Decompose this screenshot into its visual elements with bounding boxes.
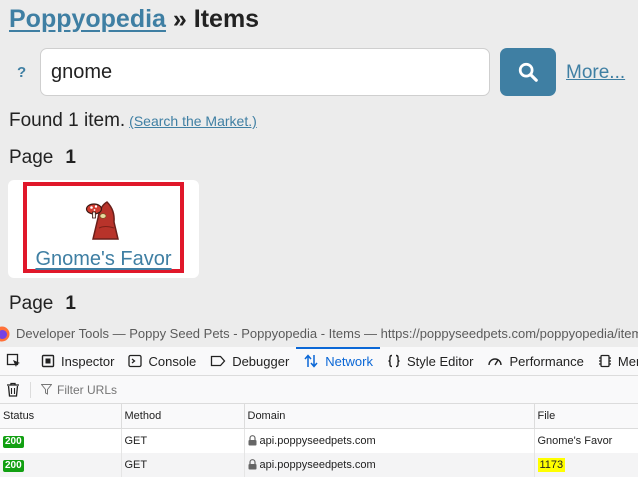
column-header-method[interactable]: Method [121,404,245,429]
brand-link[interactable]: Poppyopedia [9,5,166,33]
network-request-table: Status Method Domain File 200 GET api.po… [0,404,638,477]
results-count-text: Found 1 item. [9,110,126,131]
status-badge: 200 [3,459,24,472]
tab-label: Performance [509,353,584,369]
pagination-bottom: Page 1 [9,293,76,315]
page-number[interactable]: 1 [65,293,76,314]
lock-icon [248,435,256,446]
file-cell: 1173 [534,453,638,477]
tab-inspector[interactable]: Inspector [34,347,121,375]
element-picker-icon [6,353,20,367]
pagination-top: Page 1 [9,147,76,169]
toolbar-divider [30,381,31,398]
console-icon [128,354,143,368]
memory-icon [598,354,611,368]
table-header-row: Status Method Domain File [0,404,638,429]
breadcrumb-separator: » [172,5,187,33]
domain-text: api.poppyseedpets.com [259,435,376,447]
domain-cell: api.poppyseedpets.com [244,428,535,453]
search-button[interactable] [500,48,556,96]
filter-urls-input[interactable] [57,382,357,397]
trash-icon[interactable] [6,382,20,397]
item-selection-highlight: Gnome's Favor [23,182,184,273]
page-label: Page [9,293,54,314]
domain-text: api.poppyseedpets.com [259,459,376,471]
style-editor-icon [388,354,400,368]
page-label: Page [9,147,54,168]
network-filter-bar [0,376,638,404]
domain-cell: api.poppyseedpets.com [244,453,535,477]
devtools-tab-bar: Inspector Console Debugger Network Style… [0,347,638,376]
page-number[interactable]: 1 [65,147,76,168]
lock-icon [248,459,256,470]
highlighted-file-name: 1173 [537,458,566,472]
devtools-panel: Developer Tools — Poppy Seed Pets - Popp… [0,320,638,477]
search-icon [518,62,538,82]
table-row[interactable]: 200 GET api.poppyseedpets.com 1173 [0,453,638,477]
tab-performance[interactable]: Performance [480,347,590,375]
method-cell: GET [121,453,245,477]
tab-console[interactable]: Console [121,347,203,375]
method-cell: GET [121,428,245,453]
column-header-status[interactable]: Status [0,404,122,429]
more-options-link[interactable]: More... [566,62,625,84]
tab-label: Inspector [61,353,115,369]
devtools-window-title: Developer Tools — Poppy Seed Pets - Popp… [16,326,638,341]
table-row[interactable]: 200 GET api.poppyseedpets.com Gnome's Fa… [0,428,638,453]
file-cell: Gnome's Favor [534,428,638,453]
network-icon [304,354,318,368]
tab-label: Memo [617,353,638,369]
item-name-link[interactable]: Gnome's Favor [27,248,180,271]
tab-network[interactable]: Network [296,347,380,375]
status-badge: 200 [3,435,24,448]
results-summary: Found 1 item. (Search the Market.) [9,110,257,132]
search-input[interactable] [40,48,490,96]
tab-label: Network [325,353,373,369]
page-name: Items [193,5,260,33]
performance-icon [488,358,503,366]
tab-label: Console [148,353,197,369]
tab-label: Debugger [232,353,290,369]
status-cell: 200 [0,453,122,477]
column-header-file[interactable]: File [534,404,638,429]
page-title: Poppyopedia » Items [9,5,259,34]
inspector-icon [41,354,55,368]
search-help-link[interactable]: ? [17,64,26,81]
tab-label: Style Editor [406,353,474,369]
red-gnome-hat-icon [85,201,119,240]
firefox-logo-icon [0,326,10,341]
tab-memory[interactable]: Memo [591,347,638,375]
column-header-domain[interactable]: Domain [244,404,535,429]
tab-style-editor[interactable]: Style Editor [380,347,480,375]
status-cell: 200 [0,428,122,453]
item-card[interactable]: Gnome's Favor [8,180,199,278]
devtools-title-bar: Developer Tools — Poppy Seed Pets - Popp… [0,320,638,347]
search-market-link[interactable]: (Search the Market.) [129,113,257,129]
element-picker-button[interactable] [0,347,34,375]
filter-icon [41,384,52,395]
debugger-icon [211,355,226,367]
tab-debugger[interactable]: Debugger [203,347,296,375]
